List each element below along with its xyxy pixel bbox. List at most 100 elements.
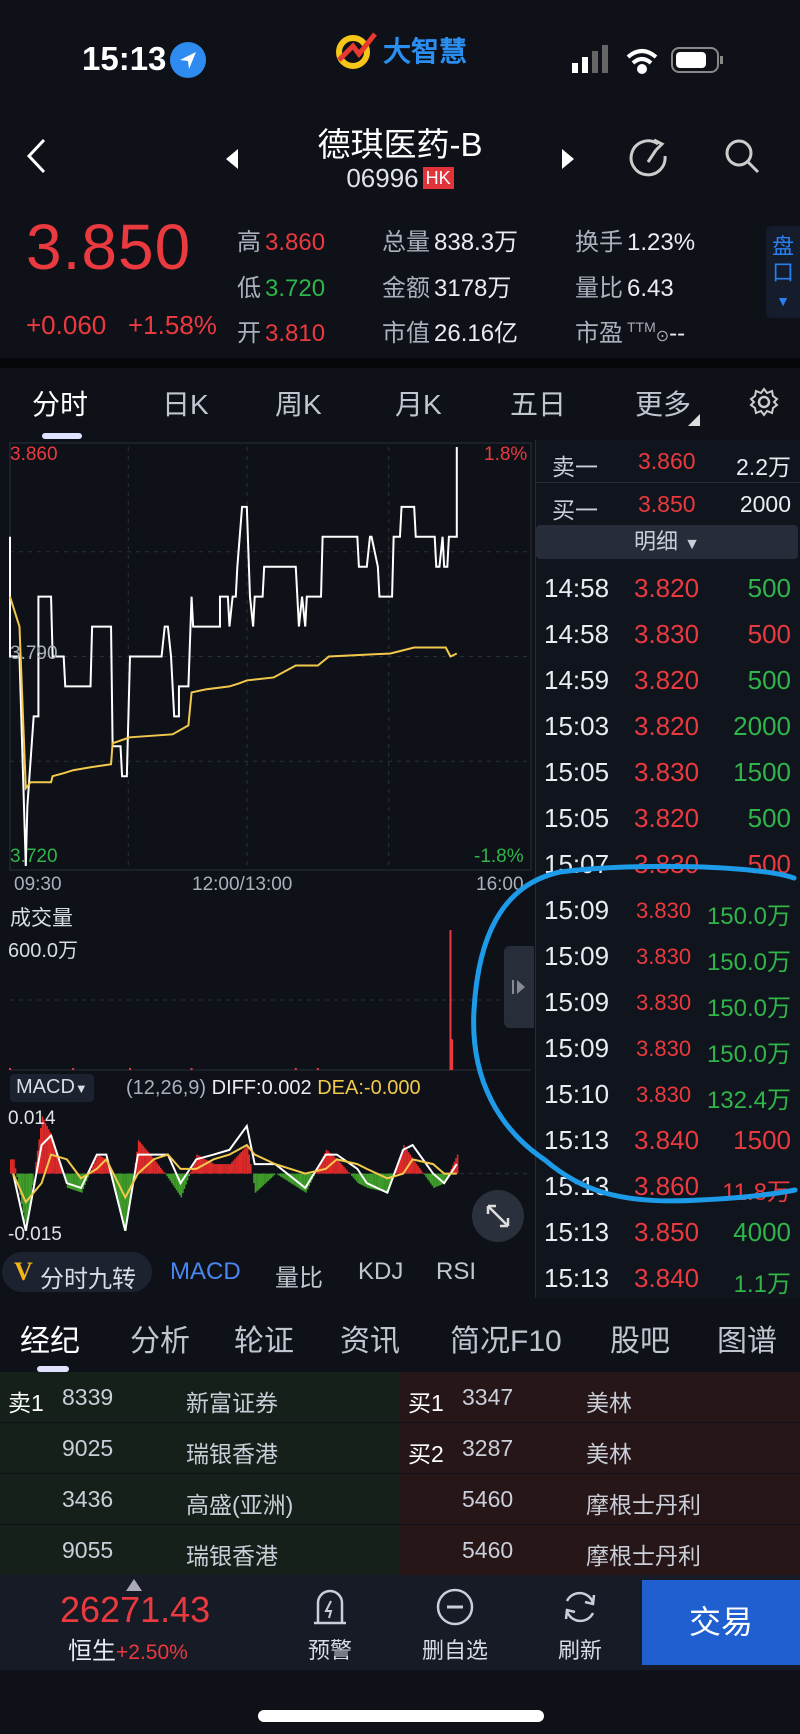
- sell-broker-row[interactable]: 3436 高盛(亚洲): [0, 1474, 400, 1525]
- wifi-icon: [626, 49, 658, 74]
- buy-broker-row[interactable]: 买1 3347 美林: [400, 1372, 800, 1423]
- macd-histogram-bar: [414, 1161, 416, 1174]
- detail-dropdown[interactable]: 明细 ▼: [536, 525, 798, 559]
- y-label-bottom: 3.720: [10, 846, 58, 867]
- macd-histogram-bar: [429, 1173, 432, 1184]
- macd-histogram-bar: [328, 1152, 331, 1174]
- lower-tab-0[interactable]: 经纪: [20, 1316, 80, 1360]
- trade-time: 15:07: [544, 849, 610, 879]
- broker-name: 摩根士丹利: [586, 1492, 701, 1518]
- macd-histogram-bar: [122, 1173, 124, 1219]
- indicator-tab-nine-turn[interactable]: V 分时九转: [2, 1252, 152, 1293]
- trade-volume: 132.4万: [706, 1087, 791, 1114]
- trade-row: 15:13 3.860 11.8万: [536, 1163, 800, 1209]
- alert-button[interactable]: 预警: [280, 1587, 380, 1665]
- trade-volume: 1500: [733, 757, 791, 787]
- refresh-button[interactable]: 刷新: [530, 1587, 630, 1665]
- macd-histogram-bar: [420, 1170, 423, 1174]
- macd-histogram-bar: [13, 1159, 15, 1174]
- index-value[interactable]: 26271.43: [60, 1589, 210, 1631]
- trade-price: 3.830: [636, 944, 692, 969]
- index-info[interactable]: 恒生+2.50%: [68, 1631, 188, 1666]
- macd-histogram-bar: [212, 1163, 214, 1174]
- trade-price: 3.830: [636, 1082, 692, 1107]
- lower-tab-2[interactable]: 轮证: [234, 1316, 294, 1360]
- chart-tab-5[interactable]: 更多: [635, 383, 691, 423]
- index-change: +2.50%: [116, 1641, 188, 1664]
- trade-row: 15:05 3.830 1500: [536, 749, 800, 795]
- volume-title: 成交量: [10, 907, 73, 930]
- lower-tab-6[interactable]: 图谱: [717, 1316, 777, 1360]
- macd-histogram-bar: [47, 1129, 50, 1174]
- macd-histogram-bar: [352, 1173, 355, 1178]
- macd-histogram-bar: [10, 1159, 12, 1174]
- trade-row: 15:13 3.840 1.1万: [536, 1255, 800, 1301]
- refresh-icon: [564, 1591, 596, 1623]
- macd-histogram-bar: [226, 1164, 228, 1174]
- macd-histogram-bar: [215, 1164, 217, 1174]
- y-label-mid: 3.790: [10, 643, 58, 664]
- detail-label: 明细: [634, 529, 679, 554]
- fullscreen-button[interactable]: [472, 1190, 524, 1242]
- indicator-tab-3[interactable]: KDJ: [358, 1258, 403, 1286]
- trade-time: 15:13: [544, 1171, 610, 1201]
- sell-broker-row[interactable]: 9025 瑞银香港: [0, 1423, 400, 1474]
- intraday-chart[interactable]: [0, 0, 535, 1300]
- broker-id: 3287: [462, 1435, 514, 1461]
- index-name: 恒生: [68, 1638, 116, 1665]
- more-caret-icon: [688, 414, 700, 426]
- alarm-bell-icon: [314, 1589, 346, 1625]
- stat-value: 6.43: [627, 275, 674, 302]
- lower-tab-4[interactable]: 简况F10: [450, 1316, 562, 1360]
- macd-histogram-bar: [166, 1173, 168, 1177]
- macd-histogram-bar: [254, 1173, 257, 1193]
- indicator-tab-2[interactable]: 量比: [275, 1258, 323, 1293]
- volume-bar: [294, 1068, 297, 1070]
- trade-volume: 1.1万: [733, 1271, 791, 1298]
- order-book-side-tab[interactable]: 盘口 ▼: [766, 226, 800, 318]
- search-icon[interactable]: [722, 136, 762, 176]
- macd-histogram-bar: [204, 1158, 206, 1174]
- macd-selector[interactable]: MACD▼: [10, 1074, 94, 1102]
- trade-row: 15:13 3.840 1500: [536, 1117, 800, 1163]
- macd-histogram-bar: [344, 1168, 347, 1174]
- sell-broker-row[interactable]: 9055 瑞银香港: [0, 1525, 400, 1576]
- collapse-panel-handle[interactable]: [504, 946, 534, 1028]
- indicator-tab-4[interactable]: RSI: [436, 1258, 476, 1286]
- x-label-midday: 12:00/13:00: [192, 874, 293, 895]
- buy-broker-row[interactable]: 买2 3287 美林: [400, 1423, 800, 1474]
- buy-broker-row[interactable]: 5460 摩根士丹利: [400, 1525, 800, 1576]
- buy1-price: 3.850: [638, 491, 696, 517]
- macd-histogram-bar: [11, 1159, 14, 1174]
- lower-tab-5[interactable]: 股吧: [610, 1316, 670, 1360]
- volume-bar: [9, 1068, 11, 1070]
- trade-volume: 2000: [733, 711, 791, 741]
- indicator-tab-1[interactable]: MACD: [170, 1258, 241, 1286]
- macd-histogram-bar: [248, 1154, 250, 1174]
- caret-down-icon: ▼: [684, 536, 700, 553]
- macd-histogram-bar: [16, 1173, 18, 1178]
- sell-broker-row[interactable]: 卖1 8339 新富证券: [0, 1372, 400, 1423]
- stat-value: 1.23%: [627, 229, 696, 256]
- remove-watchlist-label: 删自选: [421, 1638, 488, 1663]
- macd-histogram-bar: [221, 1164, 224, 1174]
- play-arrow-icon: [512, 980, 525, 994]
- refresh-share-icon[interactable]: [628, 136, 670, 178]
- settings-gear-icon[interactable]: [748, 386, 780, 418]
- volume-max-label: 600.0万: [8, 940, 79, 962]
- remove-watchlist-button[interactable]: 删自选: [405, 1587, 505, 1665]
- trade-time: 14:58: [544, 619, 610, 649]
- trade-time: 15:13: [544, 1263, 610, 1293]
- broker-id: 5460: [462, 1486, 514, 1512]
- lower-tab-3[interactable]: 资讯: [340, 1316, 400, 1360]
- buy1-label: 买一: [552, 497, 598, 523]
- buy-broker-row[interactable]: 5460 摩根士丹利: [400, 1474, 800, 1525]
- macd-histogram-bar: [341, 1164, 344, 1174]
- trade-row: 15:05 3.820 500: [536, 795, 800, 841]
- trade-button[interactable]: 交易: [642, 1580, 800, 1665]
- buy1-volume: 2000: [739, 491, 791, 517]
- x-label-open: 09:30: [14, 874, 62, 895]
- macd-histogram-bar: [412, 1159, 415, 1174]
- lower-tab-1[interactable]: 分析: [130, 1316, 190, 1360]
- macd-histogram-bar: [346, 1170, 348, 1174]
